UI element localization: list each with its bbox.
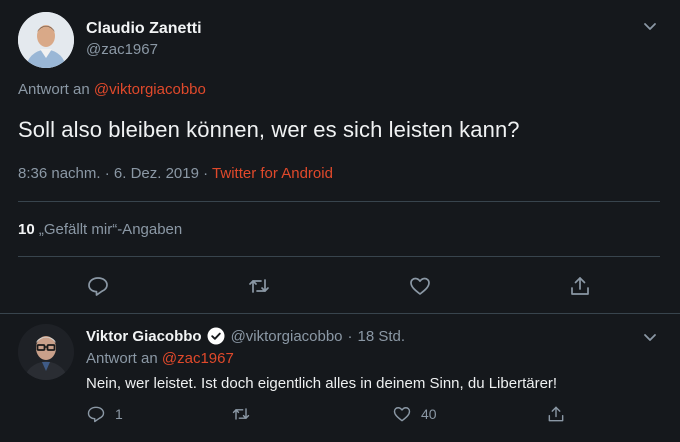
like-icon[interactable] xyxy=(408,274,432,298)
avatar[interactable] xyxy=(18,12,74,68)
tweet-meta: 8:36 nachm. · 6. Dez. 2019 · Twitter for… xyxy=(18,165,333,182)
tweet-text: Nein, wer leistet. Ist doch eigentlich a… xyxy=(86,375,558,392)
share-button[interactable] xyxy=(546,404,575,424)
reply-context: Antwort an @zac1967 xyxy=(86,350,234,367)
reply-icon xyxy=(87,406,105,423)
author-handle[interactable]: @viktorgiacobbo xyxy=(231,328,343,345)
chevron-down-icon[interactable] xyxy=(640,327,660,347)
tweet-time[interactable]: 8:36 nachm. xyxy=(18,165,101,182)
meta-separator: · xyxy=(347,327,353,345)
retweet-icon xyxy=(232,408,250,420)
reply-icon[interactable] xyxy=(86,274,110,298)
reply-handle-link[interactable]: @zac1967 xyxy=(162,350,234,367)
author-name[interactable]: Claudio Zanetti xyxy=(86,20,202,38)
likes-summary[interactable]: 10 „Gefällt mir“-Angaben xyxy=(18,221,182,238)
avatar[interactable] xyxy=(18,324,74,380)
tweet-text: Soll also bleiben können, wer es sich le… xyxy=(18,117,520,142)
meta-separator: · xyxy=(203,165,209,182)
tweet-age[interactable]: 18 Std. xyxy=(358,328,406,345)
reply-header: Viktor Giacobbo @viktorgiacobbo · 18 Std… xyxy=(86,327,405,345)
likes-label: „Gefällt mir“-Angaben xyxy=(38,221,183,238)
likes-count: 10 xyxy=(18,221,35,238)
retweet-button[interactable] xyxy=(231,404,260,424)
reply-handle-link[interactable]: @viktorgiacobbo xyxy=(94,81,206,98)
main-tweet: Claudio Zanetti @zac1967 Antwort an @vik… xyxy=(0,0,680,313)
author-handle[interactable]: @zac1967 xyxy=(86,41,158,58)
tweet-separator xyxy=(0,313,680,314)
reply-count: 1 xyxy=(115,406,123,422)
reply-prefix: Antwort an xyxy=(18,81,90,98)
like-icon xyxy=(393,407,411,422)
reply-button[interactable]: 1 xyxy=(86,404,123,424)
tweet-date[interactable]: 6. Dez. 2019 xyxy=(114,165,199,182)
like-button[interactable]: 40 xyxy=(392,404,437,424)
meta-separator: · xyxy=(104,165,110,182)
author-name[interactable]: Viktor Giacobbo xyxy=(86,328,202,345)
divider xyxy=(18,201,660,202)
avatar-image xyxy=(18,324,74,380)
reply-prefix: Antwort an xyxy=(86,350,158,367)
share-icon xyxy=(548,406,564,422)
verified-icon xyxy=(207,327,225,345)
like-count: 40 xyxy=(421,406,437,422)
reply-context: Antwort an @viktorgiacobbo xyxy=(18,81,206,98)
share-icon[interactable] xyxy=(568,274,592,298)
chevron-down-icon[interactable] xyxy=(640,16,660,36)
retweet-icon[interactable] xyxy=(247,274,271,298)
divider xyxy=(18,256,660,257)
tweet-source-link[interactable]: Twitter for Android xyxy=(212,165,333,182)
avatar-image xyxy=(18,12,74,68)
